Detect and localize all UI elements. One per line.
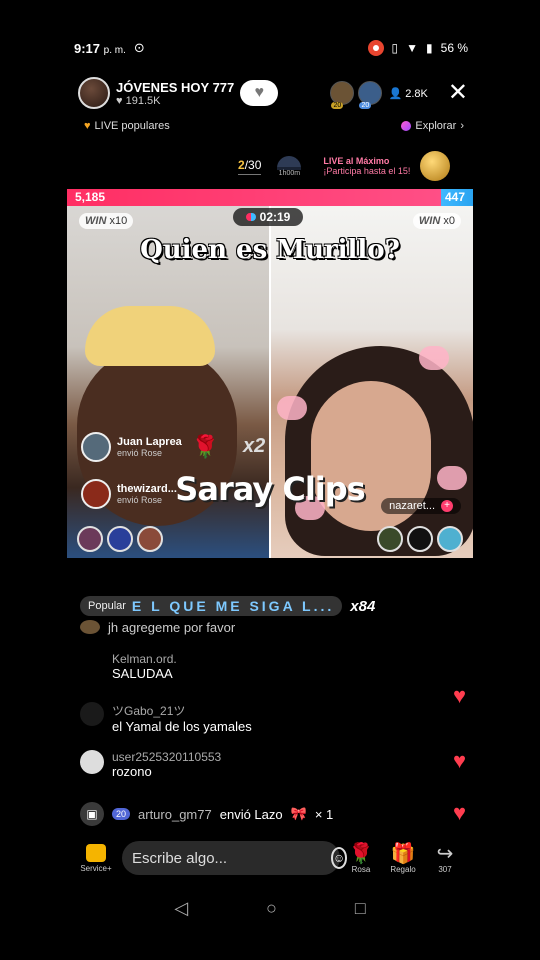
bow-icon: 🎀 bbox=[290, 806, 307, 821]
supporter-avatar[interactable] bbox=[77, 526, 103, 552]
promo-banner[interactable]: LIVE al Máximo ¡Participa hasta el 15! bbox=[323, 156, 410, 176]
win-tag-right: WIN x0 bbox=[412, 213, 461, 229]
supporter-avatar[interactable] bbox=[437, 526, 463, 552]
battery-icon: ▮ bbox=[426, 41, 433, 55]
heart-icon: ♥ bbox=[254, 84, 265, 101]
back-icon[interactable]: ◁ bbox=[174, 898, 188, 919]
status-time: 9:17 p. m. bbox=[74, 40, 126, 56]
hourly-rank[interactable]: 1h00m bbox=[277, 155, 302, 177]
chat-message[interactable]: user2525320110553 rozono bbox=[80, 750, 221, 779]
rank-indicator[interactable]: 2/30 bbox=[238, 158, 262, 175]
chat-message[interactable]: jh agregeme por favor bbox=[80, 620, 235, 635]
rank-row: 2/30 1h00m LIVE al Máximo ¡Participa has… bbox=[238, 148, 470, 184]
score-left: 5,185 bbox=[67, 189, 441, 206]
heart-icon: ♥ bbox=[452, 683, 466, 708]
alarm-icon: ⊙ bbox=[133, 40, 145, 55]
host-bar: JÓVENES HOY 777 ♥ 191.5K ♥ 20 20 👤 2.8K … bbox=[78, 76, 468, 110]
comment-input[interactable] bbox=[132, 849, 331, 867]
sub-bar: ♥ LIVE populares Explorar › bbox=[84, 120, 464, 132]
top-viewers[interactable]: 20 20 bbox=[330, 81, 383, 109]
host-likes: ♥ 191.5K bbox=[116, 94, 161, 107]
heart-icon: ♥ bbox=[116, 94, 123, 107]
record-icon bbox=[367, 40, 384, 56]
cap-icon bbox=[277, 155, 302, 170]
wifi-icon: ▼ bbox=[406, 41, 419, 55]
host-hair bbox=[85, 306, 215, 366]
recents-icon[interactable]: □ bbox=[355, 898, 366, 919]
host-name: JÓVENES HOY 777 bbox=[116, 79, 235, 95]
system-nav-bar: ◁ ○ □ bbox=[0, 890, 540, 926]
chat-message[interactable]: ツGabo_21ツ el Yamal de los yamales bbox=[80, 702, 252, 734]
chat-avatar[interactable] bbox=[80, 750, 104, 774]
rose-icon: 🌹 bbox=[348, 842, 374, 865]
heart-sticker bbox=[419, 346, 449, 370]
battle-title: Quien es Murillo? bbox=[140, 235, 400, 265]
explore-icon bbox=[401, 121, 412, 131]
service-icon bbox=[86, 843, 106, 862]
rose-icon: 🌹 bbox=[191, 434, 220, 459]
level-badge: 20 bbox=[112, 808, 131, 820]
service-button[interactable]: Service+ bbox=[76, 843, 116, 873]
comment-input-wrap[interactable]: ☺ bbox=[122, 841, 348, 875]
gifter-avatar[interactable] bbox=[81, 432, 111, 462]
coins-icon bbox=[420, 151, 451, 181]
explore-link[interactable]: Explorar › bbox=[401, 120, 464, 132]
gift-button[interactable]: 🎁 Regalo bbox=[382, 843, 424, 874]
gift-notification: Juan Laprea envió Rose 🌹 bbox=[81, 432, 219, 462]
status-bar: 9:17 p. m. ⊙ ▯ ▼ ▮ 56 % bbox=[74, 34, 468, 62]
gift-icon: ▣ bbox=[80, 802, 104, 826]
share-button[interactable]: ↪ 307 bbox=[424, 843, 466, 874]
score-bar: 5,185 447 bbox=[67, 189, 473, 206]
heart-icon: ♥ bbox=[452, 748, 466, 773]
rose-button[interactable]: 🌹 Rosa bbox=[340, 843, 382, 874]
gift-notice[interactable]: ▣ 20 arturo_gm77 envió Lazo 🎀 × 1 bbox=[80, 802, 333, 826]
gift-multiplier: x2 bbox=[243, 435, 266, 457]
close-icon[interactable]: ✕ bbox=[448, 81, 468, 105]
gift-icon: 🎁 bbox=[390, 842, 416, 865]
host-info[interactable]: JÓVENES HOY 777 ♥ 191.5K bbox=[116, 80, 234, 107]
heart-icon: ♥ bbox=[452, 800, 466, 825]
watermark: Saray Clips bbox=[175, 470, 365, 508]
host-avatar[interactable] bbox=[78, 77, 110, 109]
viewer-avatar[interactable]: 20 bbox=[330, 81, 355, 109]
chat-avatar[interactable] bbox=[80, 652, 104, 676]
viewer-avatar[interactable]: 20 bbox=[358, 81, 383, 109]
supporter-avatar[interactable] bbox=[377, 526, 403, 552]
heart-icon: ♥ bbox=[84, 120, 91, 132]
supporter-avatar[interactable] bbox=[107, 526, 133, 552]
score-right: 447 bbox=[440, 189, 473, 206]
home-icon[interactable]: ○ bbox=[266, 898, 277, 919]
share-icon: ↪ bbox=[436, 842, 454, 865]
battle-icon bbox=[245, 213, 256, 221]
chat-avatar[interactable] bbox=[80, 620, 100, 634]
vibrate-icon: ▯ bbox=[391, 41, 399, 55]
live-popular-link[interactable]: ♥ LIVE populares bbox=[84, 120, 170, 132]
supporters-left bbox=[77, 526, 163, 552]
supporter-avatar[interactable] bbox=[137, 526, 163, 552]
bottom-bar: Service+ ☺ 🌹 Rosa 🎁 Regalo ↪ 307 bbox=[76, 838, 470, 878]
chat-message[interactable]: Kelman.ord. SALUDAA bbox=[80, 652, 177, 681]
battery-level: 56 % bbox=[440, 41, 468, 55]
battle-timer: 02:19 bbox=[233, 208, 303, 226]
chat-avatar[interactable] bbox=[80, 702, 104, 726]
supporter-avatar[interactable] bbox=[407, 526, 433, 552]
follow-button[interactable]: ♥ bbox=[240, 80, 279, 106]
win-tag-left: WIN x10 bbox=[79, 213, 134, 229]
supporters-right bbox=[377, 526, 463, 552]
chevron-right-icon: › bbox=[460, 120, 464, 132]
popular-banner[interactable]: Popular E L QUE ME SIGA L... x84 bbox=[80, 596, 375, 616]
viewer-count[interactable]: 👤 2.8K bbox=[388, 87, 427, 100]
heart-sticker bbox=[277, 396, 307, 420]
